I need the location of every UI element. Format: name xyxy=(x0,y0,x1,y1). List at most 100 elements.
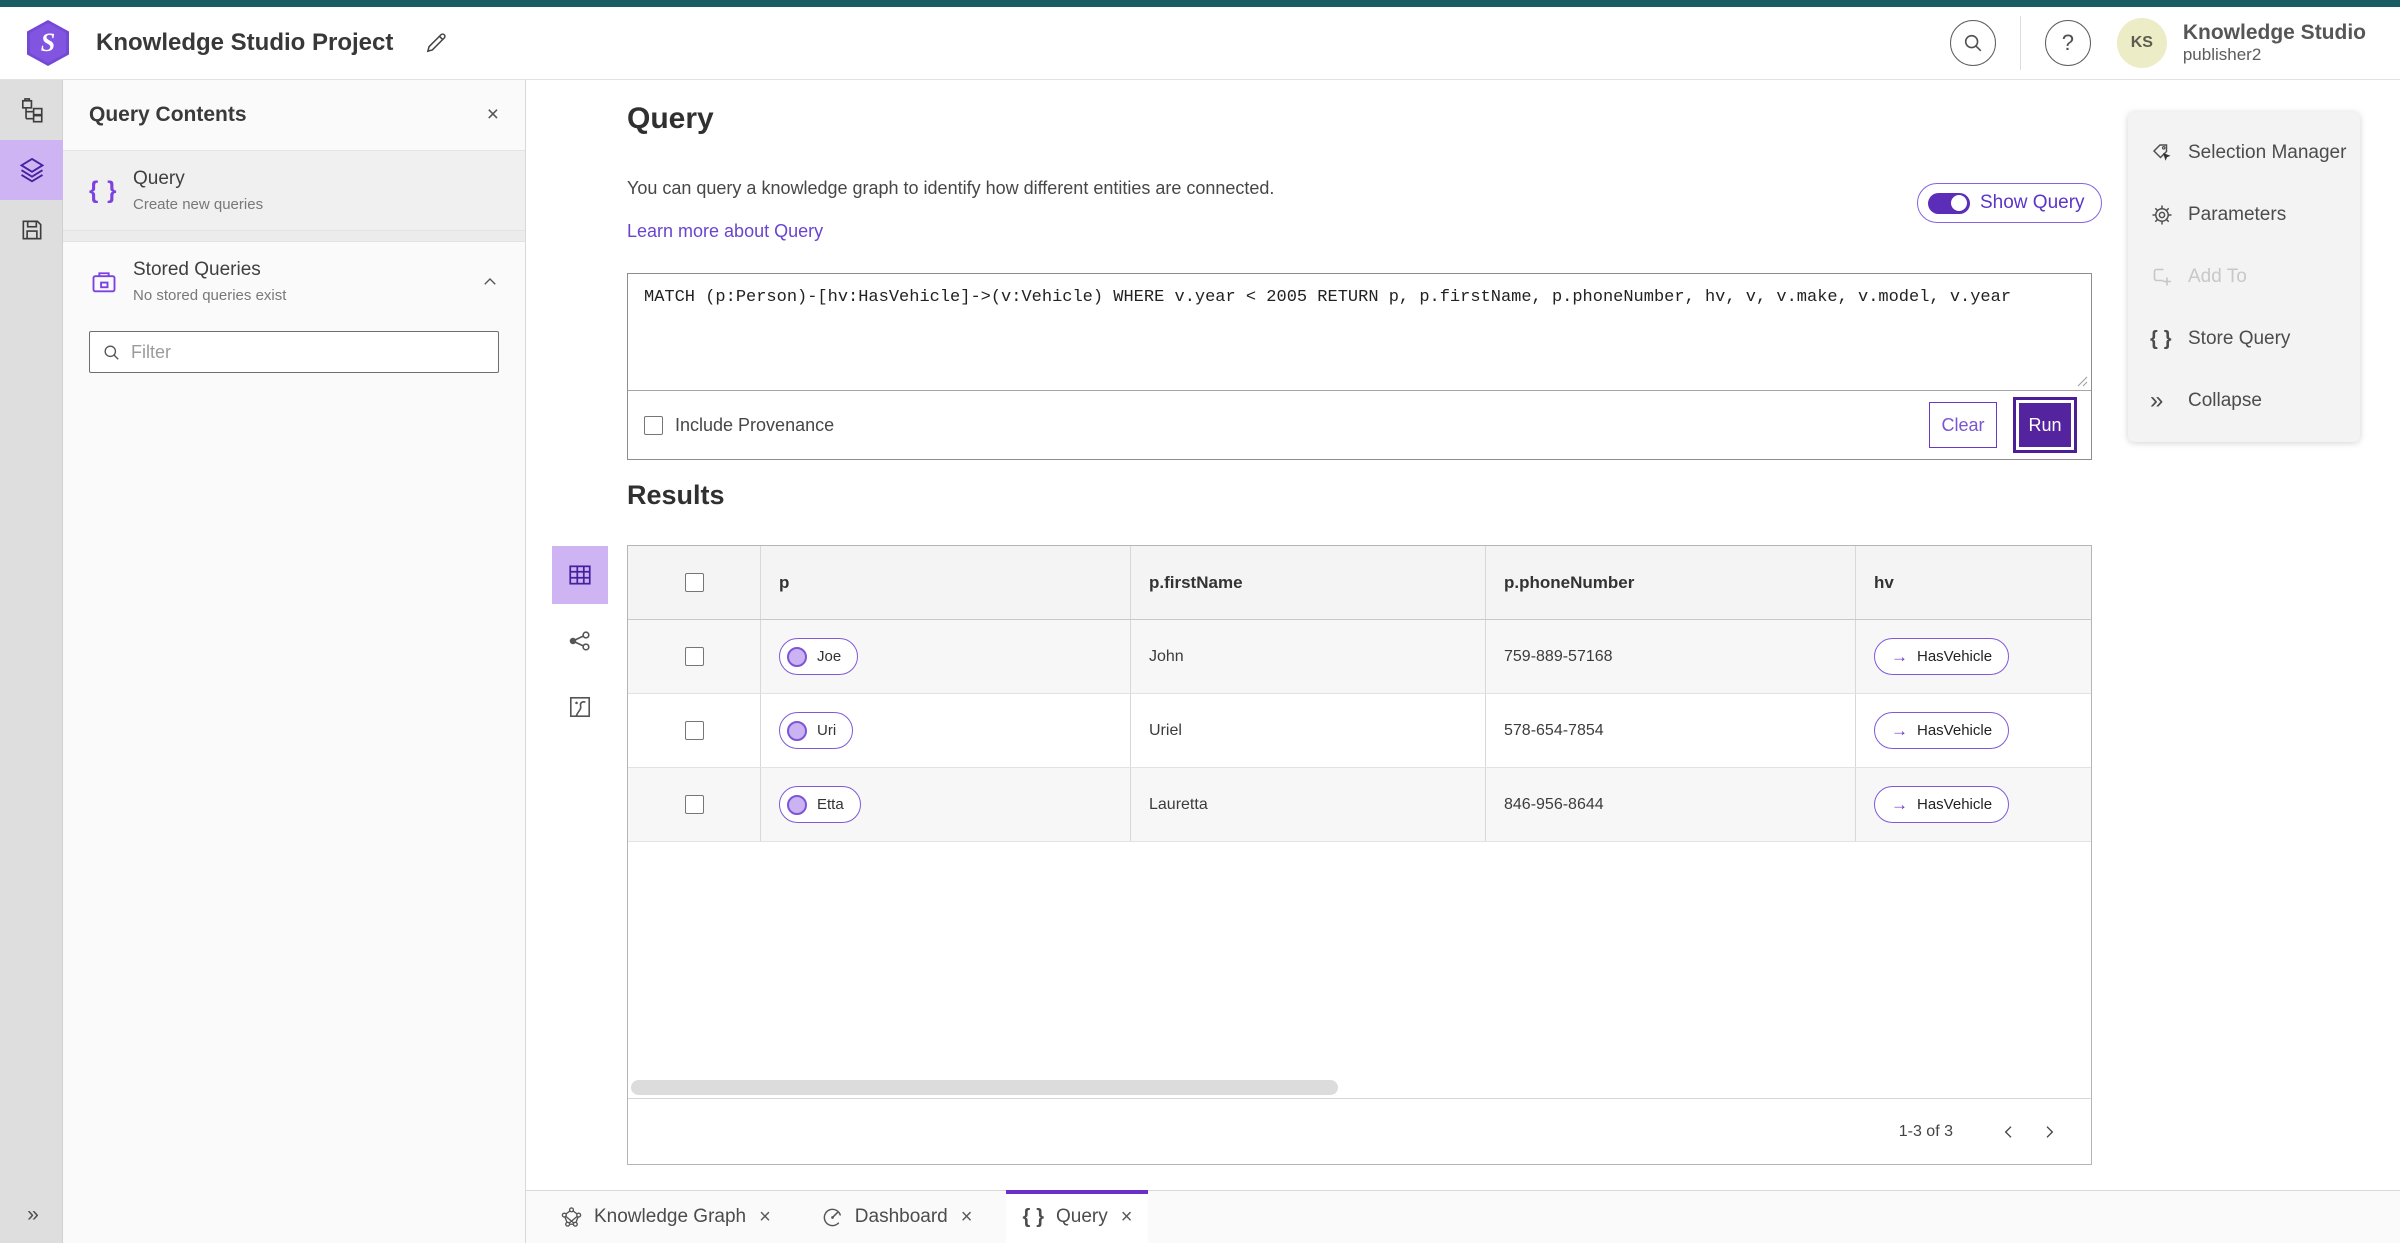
previous-page-button[interactable] xyxy=(1989,1112,2029,1152)
section-divider xyxy=(63,230,525,242)
selection-manager-button[interactable]: Selection Manager xyxy=(2128,122,2360,184)
entity-dot-icon xyxy=(787,720,807,741)
filter-input-box[interactable] xyxy=(89,331,499,373)
arrow-right-icon: → xyxy=(1891,794,1908,814)
map-view-button[interactable] xyxy=(552,678,608,736)
search-icon xyxy=(1964,34,1982,52)
folder-icon xyxy=(89,268,133,296)
tool-label: Store Query xyxy=(2188,328,2291,349)
results-table: p p.firstName p.phoneNumber hv Joe John … xyxy=(627,545,2092,1165)
relationship-label: HasVehicle xyxy=(1917,722,1993,739)
layers-icon xyxy=(19,157,44,183)
column-header-phonenumber[interactable]: p.phoneNumber xyxy=(1486,546,1856,619)
select-all-cell xyxy=(628,546,761,619)
braces-icon: { } xyxy=(2150,327,2173,350)
learn-more-link[interactable]: Learn more about Query xyxy=(627,221,823,242)
table-row[interactable]: Etta Lauretta 846-956-8644 → HasVehicle xyxy=(628,768,2091,842)
parameters-button[interactable]: Parameters xyxy=(2128,184,2360,246)
arrow-right-icon: → xyxy=(1891,720,1908,740)
entity-pill[interactable]: Etta xyxy=(779,786,861,823)
avatar[interactable]: KS xyxy=(2116,18,2167,68)
table-row[interactable]: Uri Uriel 578-654-7854 → HasVehicle xyxy=(628,694,2091,768)
search-button[interactable] xyxy=(1949,20,1996,66)
user-info: Knowledge Studio publisher2 xyxy=(2183,21,2366,65)
panel-item-query[interactable]: { } Query Create new queries xyxy=(63,151,525,230)
user-name: Knowledge Studio xyxy=(2182,21,2366,45)
close-tab-icon[interactable]: × xyxy=(961,1206,973,1229)
close-tab-icon[interactable]: × xyxy=(1121,1206,1133,1229)
braces-icon: { } xyxy=(1022,1205,1046,1228)
stored-queries-title: Stored Queries xyxy=(133,259,261,280)
pagination-bar: 1-3 of 3 xyxy=(628,1098,2091,1164)
selection-manager-icon xyxy=(2150,141,2188,165)
relationship-pill[interactable]: → HasVehicle xyxy=(1874,786,2010,823)
entity-label: Etta xyxy=(817,796,844,813)
sidebar-item-save[interactable] xyxy=(0,200,63,260)
relationship-label: HasVehicle xyxy=(1917,796,1993,813)
topbar-divider xyxy=(2019,16,2021,70)
column-header-p[interactable]: p xyxy=(761,546,1131,619)
chevron-left-icon xyxy=(2004,1125,2012,1138)
panel-item-title: Query xyxy=(133,168,185,189)
hierarchy-icon xyxy=(21,98,43,123)
collapse-panel-button[interactable]: » Collapse xyxy=(2128,370,2360,432)
tab-label: Knowledge Graph xyxy=(594,1206,747,1227)
run-button[interactable]: Run xyxy=(2013,397,2077,453)
horizontal-scrollbar[interactable] xyxy=(631,1080,1338,1095)
relationship-pill[interactable]: → HasVehicle xyxy=(1874,712,2010,749)
collapse-section-button[interactable] xyxy=(481,273,499,291)
entity-pill[interactable]: Uri xyxy=(779,712,854,749)
user-role: publisher2 xyxy=(2182,45,2262,65)
sidebar-item-knowledge-graph[interactable] xyxy=(0,80,63,140)
chevron-up-icon xyxy=(484,277,496,285)
entity-pill[interactable]: Joe xyxy=(779,638,859,675)
include-provenance-checkbox[interactable] xyxy=(644,415,663,435)
filter-search-icon xyxy=(104,344,119,360)
next-page-button[interactable] xyxy=(2029,1112,2069,1152)
table-row[interactable]: Joe John 759-889-57168 → HasVehicle xyxy=(628,620,2091,694)
pagination-range: 1-3 of 3 xyxy=(1898,1122,1953,1140)
help-button[interactable]: ? xyxy=(2044,20,2091,66)
close-tab-icon[interactable]: × xyxy=(759,1206,771,1229)
row-checkbox[interactable] xyxy=(684,721,704,740)
cell-phonenumber: 578-654-7854 xyxy=(1486,694,1856,767)
close-panel-button[interactable]: × xyxy=(487,103,499,127)
table-header-row: p p.firstName p.phoneNumber hv xyxy=(628,546,2091,620)
map-icon xyxy=(569,696,591,718)
column-header-firstname[interactable]: p.firstName xyxy=(1131,546,1486,619)
row-checkbox[interactable] xyxy=(684,795,704,814)
query-textarea[interactable]: MATCH (p:Person)-[hv:HasVehicle]->(v:Veh… xyxy=(628,274,2091,390)
edit-title-button[interactable] xyxy=(423,30,449,56)
tab-knowledge-graph[interactable]: Knowledge Graph × xyxy=(544,1191,787,1243)
expand-rail-button[interactable]: » xyxy=(0,1203,63,1227)
row-checkbox[interactable] xyxy=(684,647,704,666)
entity-label: Joe xyxy=(817,648,842,665)
table-icon xyxy=(569,565,591,585)
link-chart-icon xyxy=(569,631,590,651)
relationship-label: HasVehicle xyxy=(1917,648,1993,665)
select-all-checkbox[interactable] xyxy=(684,573,704,592)
tab-query-active[interactable]: { } Query × xyxy=(1006,1190,1149,1243)
clear-button[interactable]: Clear xyxy=(1929,402,1997,448)
graph-view-button[interactable] xyxy=(552,612,608,670)
toggle-track xyxy=(1928,192,1970,214)
bottom-tab-bar: Knowledge Graph × Dashboard × { } Query … xyxy=(526,1190,2400,1243)
show-query-toggle[interactable]: Show Query xyxy=(1917,183,2102,223)
add-to-button: Add To xyxy=(2128,246,2360,308)
panel-title: Query Contents xyxy=(89,103,247,126)
store-query-button[interactable]: { } Store Query xyxy=(2128,308,2360,370)
knowledge-graph-icon xyxy=(561,1206,582,1227)
resize-grip-icon[interactable] xyxy=(2076,375,2088,387)
sidebar-item-layers-active[interactable] xyxy=(0,140,63,200)
table-view-button[interactable] xyxy=(552,546,608,604)
pencil-icon xyxy=(427,33,446,53)
query-editor-footer: Include Provenance Clear Run xyxy=(628,391,2091,459)
results-view-switcher xyxy=(552,546,608,736)
filter-input[interactable] xyxy=(131,341,486,363)
query-contents-panel: Query Contents × { } Query Create new qu… xyxy=(63,80,526,1243)
tab-dashboard[interactable]: Dashboard × xyxy=(805,1191,989,1243)
relationship-pill[interactable]: → HasVehicle xyxy=(1874,638,2010,675)
column-header-hv[interactable]: hv xyxy=(1856,546,2091,619)
arrow-right-icon: → xyxy=(1891,646,1908,666)
panel-item-stored-queries[interactable]: Stored Queries No stored queries exist xyxy=(63,242,525,321)
